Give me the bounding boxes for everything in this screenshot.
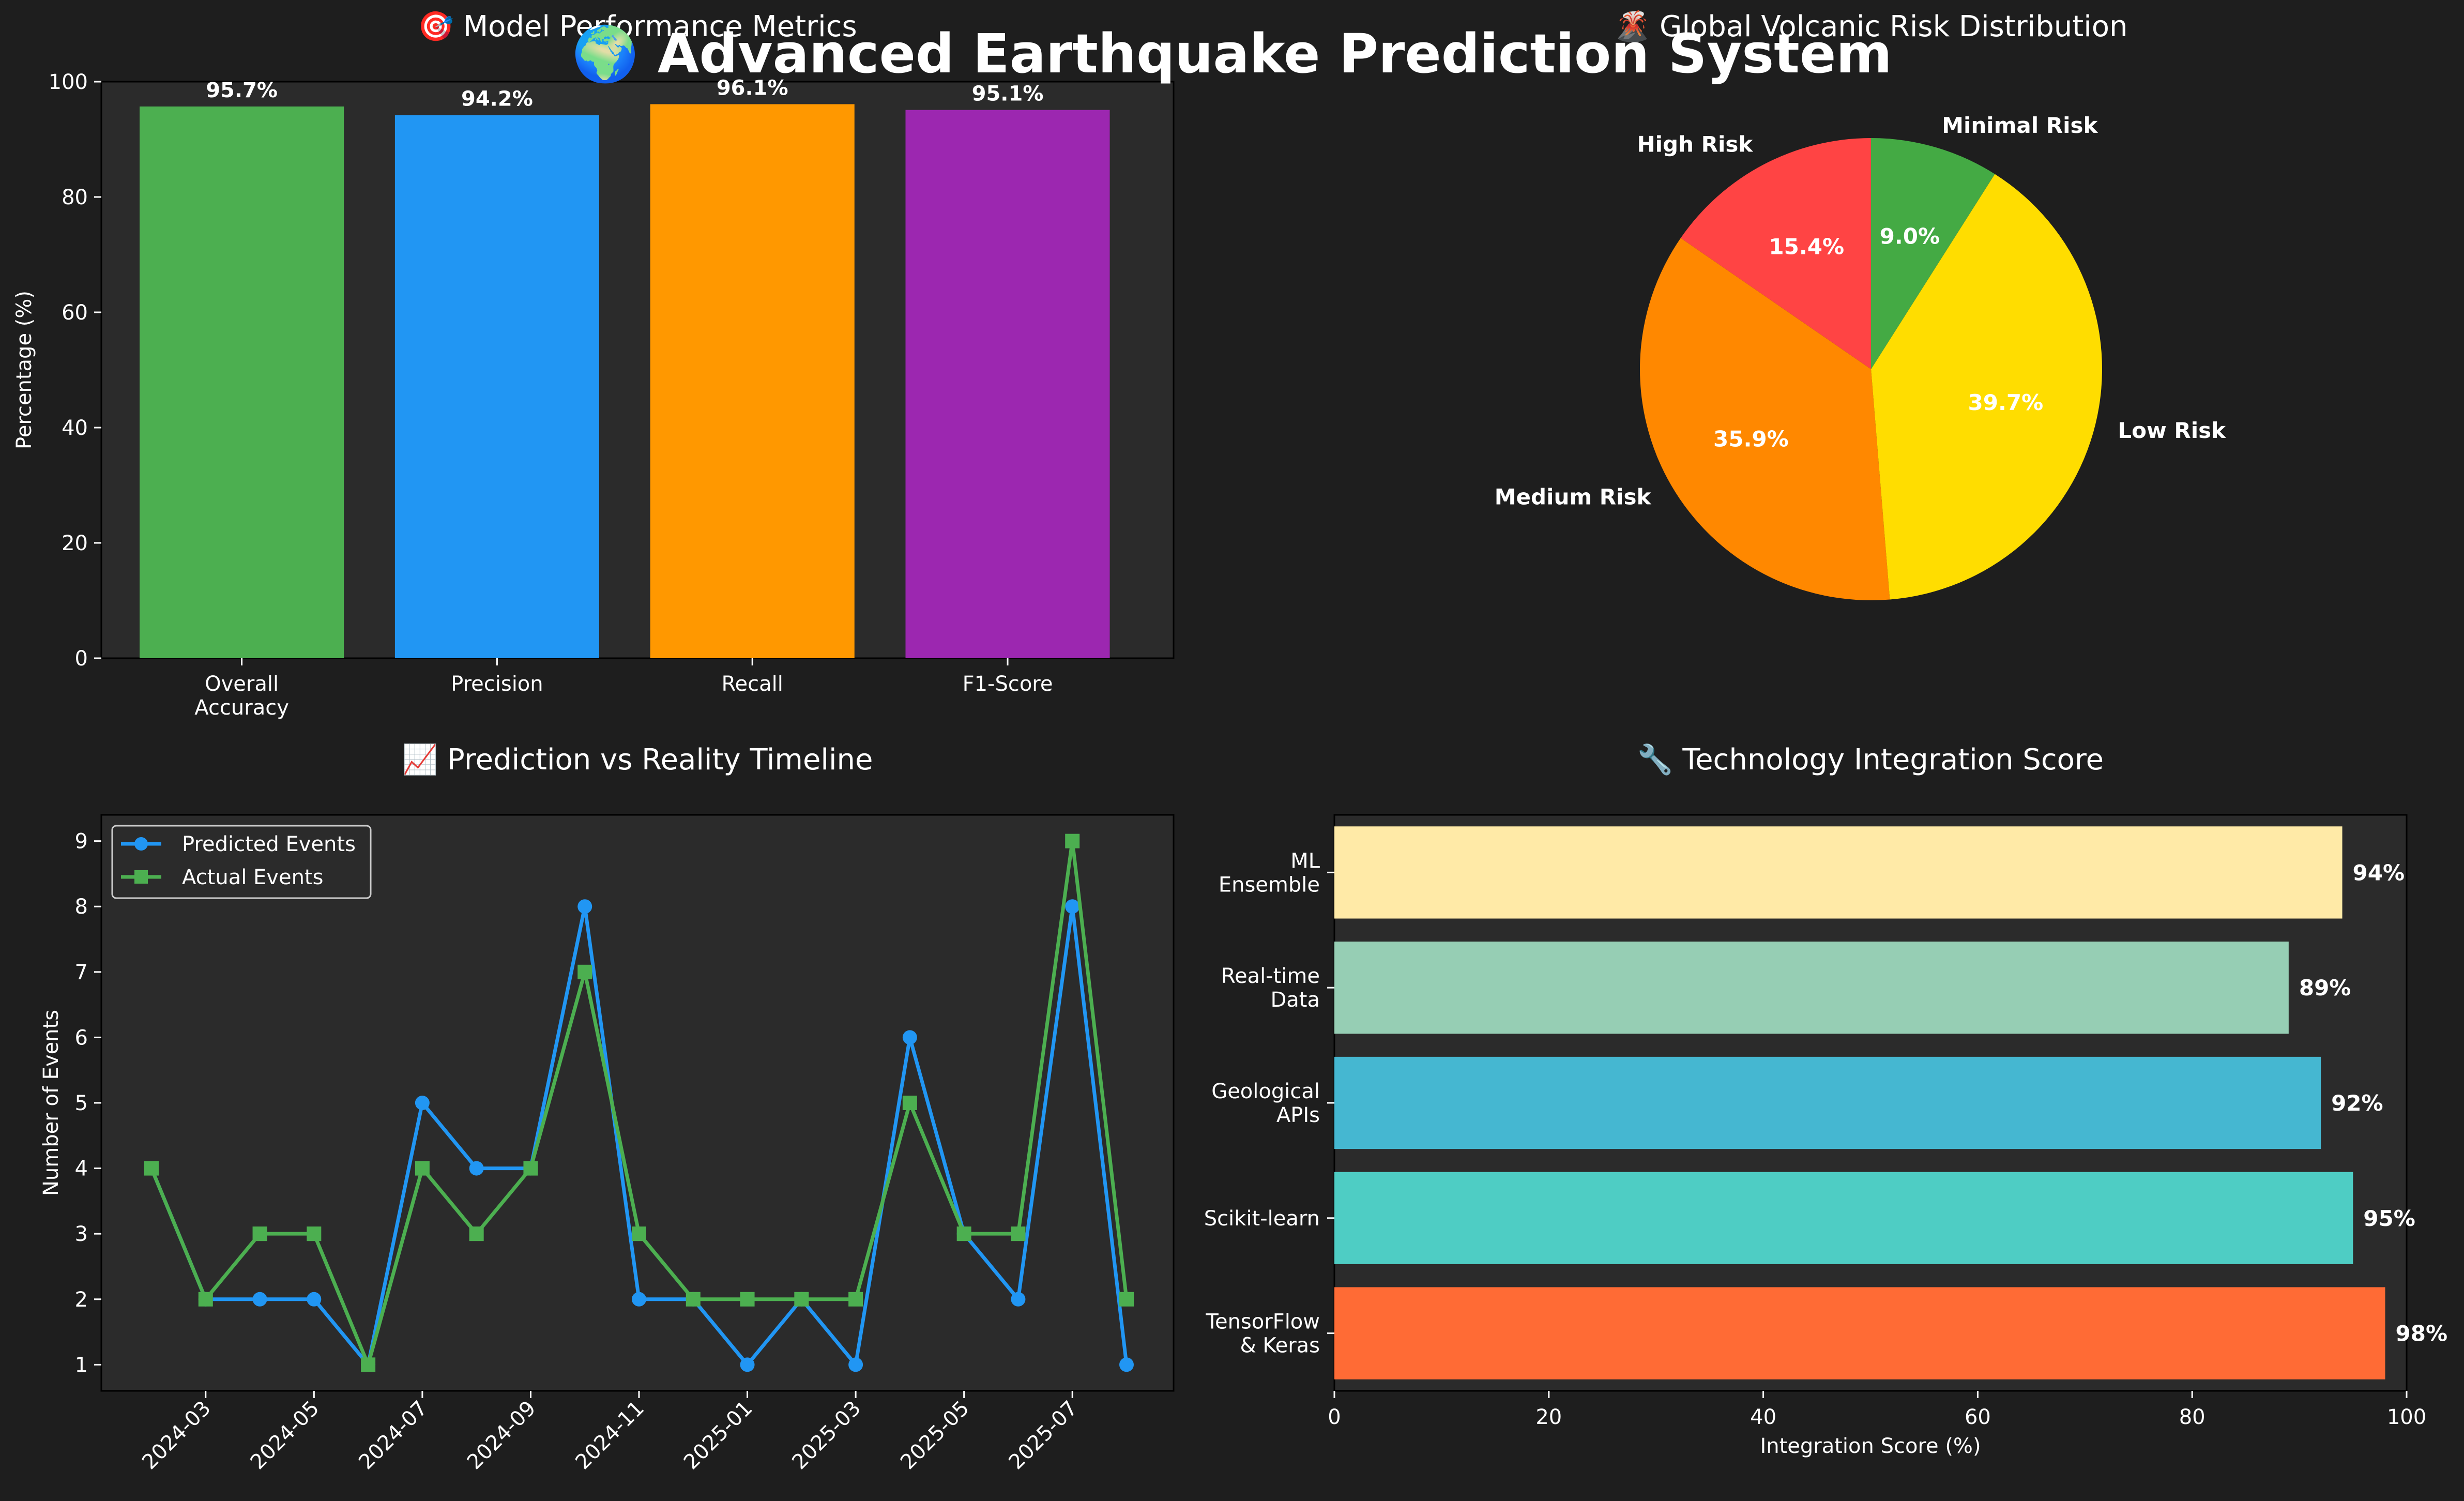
slice-label: Low Risk: [2118, 418, 2226, 443]
data-point: [415, 1096, 430, 1110]
bar-value-label: 98%: [2396, 1321, 2448, 1346]
data-point: [956, 1226, 971, 1241]
bar-value-label: 94%: [2353, 860, 2405, 885]
bar-value-label: 94.2%: [461, 87, 533, 111]
data-point: [307, 1226, 322, 1241]
prediction-timeline-chart: 1234567892024-03 2024-05 2024-07 2024-09 202…: [39, 743, 1175, 1474]
data-point: [1119, 1292, 1134, 1307]
y-tick-label: 60: [62, 301, 88, 325]
slice-percent-label: 9.0%: [1880, 223, 1940, 249]
legend: Predicted Events Actual Events: [111, 825, 372, 899]
y-tick-label: 6: [75, 1026, 88, 1050]
data-point: [361, 1357, 376, 1372]
y-tick-label: 3: [75, 1222, 88, 1246]
performance-metrics-chart: 95.7%Overall Accuracy94.2%Precision96.1%R…: [12, 10, 1175, 720]
y-tick-label: 20: [62, 532, 88, 555]
legend-label: Predicted Events: [182, 832, 356, 856]
data-point: [252, 1226, 267, 1241]
bar-value-label: 95.7%: [206, 79, 278, 102]
y-tick-label: 7: [75, 961, 88, 984]
y-axis-label: Percentage (%): [12, 291, 36, 449]
x-tick-label: F1-Score: [963, 672, 1053, 696]
bar-value-label: 92%: [2331, 1090, 2383, 1116]
data-point: [632, 1226, 646, 1241]
y-tick-label: 8: [75, 895, 88, 919]
bar: [140, 106, 344, 658]
legend-marker: [134, 870, 148, 884]
data-point: [632, 1292, 646, 1307]
data-point: [1065, 833, 1080, 848]
x-tick-label: 20: [1535, 1405, 1562, 1429]
data-point: [577, 964, 592, 979]
slice-label: Minimal Risk: [1942, 113, 2098, 138]
y-tick-label: 0: [75, 647, 88, 671]
bar: [1334, 1056, 2321, 1149]
data-point: [469, 1161, 484, 1176]
data-point: [740, 1292, 755, 1307]
data-point: [1011, 1226, 1026, 1241]
slice-percent-label: 35.9%: [1713, 426, 1789, 451]
data-point: [794, 1292, 809, 1307]
y-tick-label: Scikit-learn: [1204, 1207, 1320, 1231]
bar: [1334, 1172, 2353, 1264]
dashboard-title: 🌍 Advanced Earthquake Prediction System: [572, 22, 1892, 85]
data-point: [740, 1357, 755, 1372]
data-point: [1119, 1357, 1134, 1372]
bar: [1334, 1287, 2385, 1379]
y-tick-label: 9: [75, 830, 88, 854]
data-point: [415, 1161, 430, 1176]
bar-value-label: 89%: [2299, 975, 2351, 1000]
legend-label: Actual Events: [182, 866, 323, 889]
y-tick-label: 5: [75, 1091, 88, 1115]
y-tick-label: 40: [62, 416, 88, 440]
bar: [1334, 942, 2289, 1034]
x-tick-label: 40: [1750, 1405, 1776, 1429]
data-point: [1065, 899, 1080, 914]
legend-marker: [134, 837, 148, 851]
data-point: [144, 1161, 159, 1176]
slice-label: Medium Risk: [1495, 484, 1652, 509]
chart-title: 📈 Prediction vs Reality Timeline: [402, 743, 873, 777]
y-tick-label: 1: [75, 1353, 88, 1377]
bar-value-label: 95%: [2363, 1206, 2415, 1231]
slice-label: High Risk: [1637, 132, 1753, 157]
x-tick-label: Overall Accuracy: [194, 672, 289, 720]
x-tick-label: Recall: [722, 672, 783, 696]
y-axis-label: Number of Events: [39, 1010, 63, 1196]
x-tick-label: 100: [2387, 1405, 2426, 1429]
x-tick-label: 0: [1328, 1405, 1341, 1429]
bar: [1334, 826, 2343, 919]
chart-title: 🔧 Technology Integration Score: [1637, 742, 2104, 777]
data-point: [1011, 1292, 1026, 1307]
data-point: [469, 1226, 484, 1241]
y-tick-label: 4: [75, 1157, 88, 1181]
data-point: [577, 899, 592, 914]
data-point: [523, 1161, 538, 1176]
slice-percent-label: 15.4%: [1769, 234, 1844, 260]
x-axis-label: Integration Score (%): [1760, 1434, 1981, 1458]
data-point: [307, 1292, 322, 1307]
y-tick-label: 100: [49, 70, 88, 94]
x-tick-label: 80: [2179, 1405, 2206, 1429]
bar: [394, 115, 599, 658]
data-point: [198, 1292, 213, 1307]
x-tick-label: Precision: [451, 672, 543, 696]
data-point: [686, 1292, 701, 1307]
y-tick-label: 80: [62, 186, 88, 209]
data-point: [902, 1030, 917, 1045]
x-tick-label: 60: [1965, 1405, 1991, 1429]
data-point: [848, 1292, 863, 1307]
bar: [905, 110, 1110, 658]
technology-integration-chart: 98%TensorFlow & Keras95%Scikit-learn92%Ge…: [1204, 742, 2447, 1458]
dashboard: 95.7%Overall Accuracy94.2%Precision96.1%R…: [0, 0, 2464, 1501]
data-point: [848, 1357, 863, 1372]
bar-value-label: 95.1%: [972, 82, 1044, 106]
data-point: [252, 1292, 267, 1307]
y-tick-label: 2: [75, 1288, 88, 1312]
slice-percent-label: 39.7%: [1968, 390, 2044, 415]
data-point: [902, 1096, 917, 1110]
bar: [650, 104, 855, 659]
